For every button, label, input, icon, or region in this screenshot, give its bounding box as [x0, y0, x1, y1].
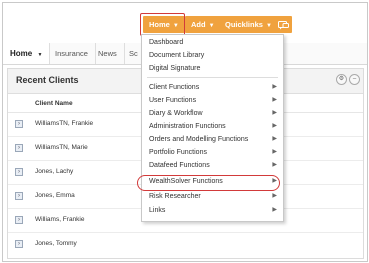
quicklinks-button-label: Quicklinks	[225, 20, 263, 29]
app-window: Home ▼ Add ▼ Quicklinks ▼ Home ▼ Insurance	[2, 2, 368, 262]
chevron-right-icon: ▶	[272, 110, 277, 116]
menu-item-label: Portfolio Functions	[149, 149, 207, 156]
menu-separator	[147, 77, 278, 78]
menu-item-label: Links	[149, 207, 166, 214]
expand-icon[interactable]: ›	[15, 144, 23, 152]
expand-icon[interactable]: ›	[15, 216, 23, 224]
menu-item-label: Administration Functions	[149, 123, 226, 130]
chat-button[interactable]	[275, 16, 292, 33]
home-highlight-outline	[140, 13, 185, 36]
chevron-down-icon: ▼	[37, 52, 43, 58]
chevron-right-icon: ▶	[272, 149, 277, 155]
chevron-right-icon: ▶	[272, 97, 277, 103]
menu-item-label: Orders and Modelling Functions	[149, 136, 249, 143]
menu-item-risk-researcher[interactable]: Risk Researcher ▶	[142, 190, 283, 203]
chat-icon	[278, 20, 289, 30]
client-name[interactable]: Jones, Tommy	[35, 240, 77, 247]
menu-item-administration-functions[interactable]: Administration Functions ▶	[142, 120, 283, 133]
tab-sc-label: Sc	[129, 49, 138, 58]
chevron-right-icon: ▶	[272, 84, 277, 90]
tab-news[interactable]: News	[91, 43, 125, 64]
menu-item-label: Digital Signature	[149, 65, 201, 72]
chevron-right-icon: ▶	[272, 136, 277, 142]
expand-icon[interactable]: ›	[15, 192, 23, 200]
tab-insurance[interactable]: Insurance	[48, 43, 96, 64]
menu-item-dashboard[interactable]: Dashboard	[142, 36, 283, 49]
menu-item-label: Client Functions	[149, 84, 200, 91]
quicklinks-button[interactable]: Quicklinks ▼	[219, 16, 278, 33]
menu-item-label: Dashboard	[149, 39, 184, 46]
menu-item-portfolio-functions[interactable]: Portfolio Functions ▶	[142, 146, 283, 159]
client-name[interactable]: Williams, Frankie	[35, 216, 84, 223]
chevron-right-icon: ▶	[272, 123, 277, 129]
menu-item-datafeed-functions[interactable]: Datafeed Functions ▶	[142, 159, 283, 172]
client-name[interactable]: Jones, Lachy	[35, 168, 73, 175]
chevron-down-icon: ▼	[208, 23, 215, 29]
menu-item-diary-workflow[interactable]: Diary & Workflow ▶	[142, 107, 283, 120]
tab-insurance-label: Insurance	[55, 49, 88, 58]
menu-item-links[interactable]: Links ▶	[142, 204, 283, 217]
menu-item-label: User Functions	[149, 97, 197, 104]
menu-item-label: Diary & Workflow	[149, 110, 203, 117]
client-name[interactable]: WilliamsTN, Marie	[35, 144, 88, 151]
menu-item-document-library[interactable]: Document Library	[142, 49, 283, 62]
menu-item-label: Datafeed Functions	[149, 162, 210, 169]
add-button-label: Add	[191, 20, 206, 29]
tab-home[interactable]: Home ▼	[3, 43, 51, 64]
client-name[interactable]: WilliamsTN, Frankie	[35, 120, 93, 127]
chevron-right-icon: ▶	[272, 207, 277, 213]
panel-title: Recent Clients	[16, 75, 79, 85]
menu-item-label: Risk Researcher	[149, 193, 201, 200]
tab-home-label: Home	[10, 49, 33, 58]
tab-news-label: News	[98, 49, 117, 58]
table-row[interactable]: › Jones, Tommy	[8, 233, 363, 256]
chevron-right-icon: ▶	[272, 162, 277, 168]
settings-icon[interactable]: ⚙	[336, 74, 347, 85]
menu-item-orders-modelling-functions[interactable]: Orders and Modelling Functions ▶	[142, 133, 283, 146]
client-name[interactable]: Jones, Emma	[35, 192, 75, 199]
expand-icon[interactable]: ›	[15, 240, 23, 248]
chevron-down-icon: ▼	[265, 23, 272, 29]
menu-item-digital-signature[interactable]: Digital Signature	[142, 62, 283, 75]
wealthsolver-highlight-outline	[137, 175, 280, 191]
expand-icon[interactable]: ›	[15, 168, 23, 176]
expand-icon[interactable]: ›	[15, 120, 23, 128]
chevron-right-icon: ▶	[272, 193, 277, 199]
column-header-client-name: Client Name	[35, 100, 73, 107]
menu-item-client-functions[interactable]: Client Functions ▶	[142, 81, 283, 94]
menu-item-user-functions[interactable]: User Functions ▶	[142, 94, 283, 107]
menu-item-label: Document Library	[149, 52, 205, 59]
add-button[interactable]: Add ▼	[185, 16, 221, 33]
home-dropdown-menu: Dashboard Document Library Digital Signa…	[141, 34, 284, 222]
minimize-icon[interactable]: –	[349, 74, 360, 85]
